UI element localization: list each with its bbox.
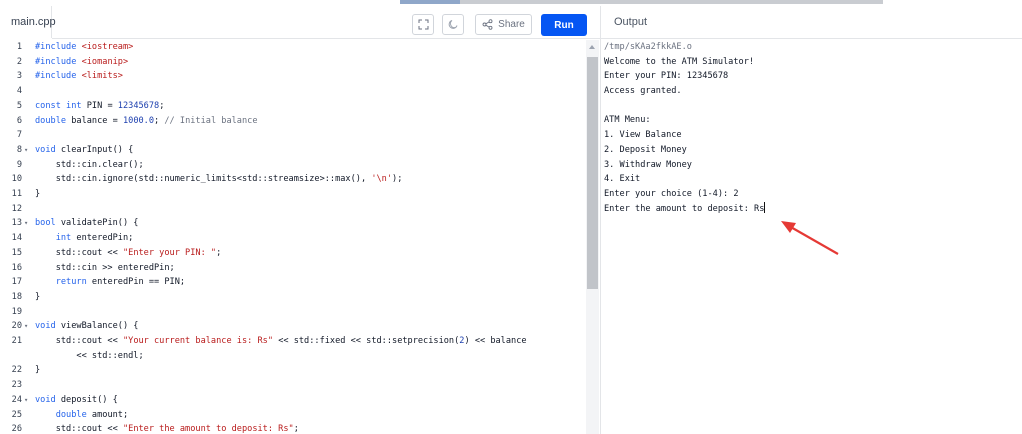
annotation-arrow-icon: [781, 221, 839, 255]
